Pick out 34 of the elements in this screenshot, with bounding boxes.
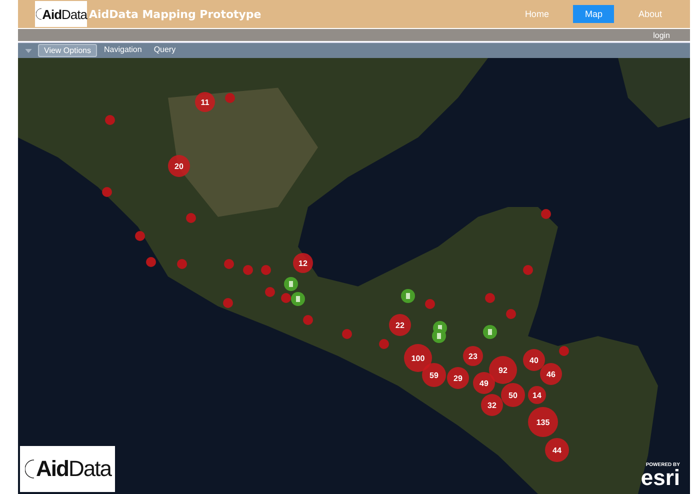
map-marker-icon[interactable] [265,287,275,297]
map-marker-icon[interactable] [342,329,352,339]
map-marker-icon[interactable] [425,299,435,309]
map-marker-icon[interactable] [485,293,495,303]
map-marker-icon[interactable] [506,309,516,319]
map-marker-icon[interactable] [224,259,234,269]
map-marker-icon[interactable] [177,259,187,269]
app-title: AidData Mapping Prototype [89,8,262,20]
logo: AidData [20,446,115,492]
toolbar-tab[interactable]: Query [148,44,181,57]
map-marker-icon[interactable] [223,298,233,308]
project-marker-icon[interactable] [284,277,298,291]
logo[interactable]: AidData [35,1,87,27]
toolbar-tab[interactable]: Navigation [99,44,147,57]
map-marker-icon[interactable] [135,231,145,241]
map-marker-icon[interactable] [303,315,313,325]
map-marker-icon[interactable] [261,265,271,275]
map-marker-icon[interactable] [379,339,389,349]
caret-icon[interactable] [25,48,32,52]
project-marker-icon[interactable] [401,289,415,303]
map-marker-icon[interactable] [105,115,115,125]
map-marker-icon[interactable] [225,93,235,103]
map-marker-icon[interactable] [541,209,551,219]
map-marker-icon[interactable] [186,213,196,223]
map-marker-icon[interactable] [102,187,112,197]
map-marker-icon[interactable] [243,265,253,275]
nav-link[interactable]: Map [572,5,614,23]
project-marker-icon[interactable] [483,325,497,339]
map-marker-icon[interactable] [146,257,156,267]
map-marker-icon[interactable] [559,346,569,356]
project-marker-icon[interactable] [291,292,305,306]
map-marker-icon[interactable] [523,265,533,275]
project-marker-icon[interactable] [432,329,446,343]
map-marker-icon[interactable] [281,293,291,303]
